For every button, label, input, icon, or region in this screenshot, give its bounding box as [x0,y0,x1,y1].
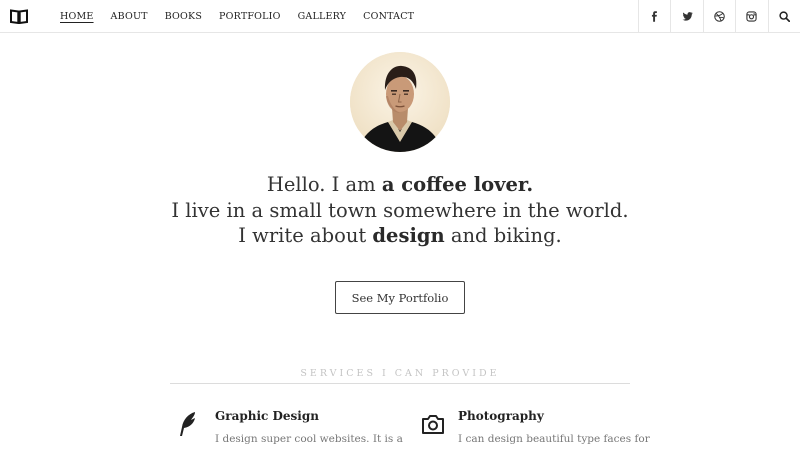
top-bar: HOME ABOUT BOOKS PORTFOLIO GALLERY CONTA… [0,0,800,33]
service-description: I design super cool websites. It is a [215,433,403,445]
facebook-button[interactable] [638,0,670,33]
author-avatar [350,52,450,152]
nav-contact[interactable]: CONTACT [363,11,414,22]
book-logo-icon[interactable] [10,9,28,24]
portrait-image [350,52,450,152]
hero-text: Hello. I am [266,173,382,196]
service-title: Photography [458,409,544,423]
hero-text: and biking. [444,224,562,247]
hero-emphasis: a coffee lover. [381,173,534,196]
hero-text: I write about [238,224,373,247]
dribbble-button[interactable] [702,0,735,33]
hero-text: I live in a small town somewhere in the … [171,198,629,222]
instagram-icon [746,11,758,22]
social-links [638,0,800,33]
instagram-button[interactable] [735,0,767,33]
search-button[interactable] [767,0,800,33]
search-icon [779,11,790,22]
feather-icon [180,412,195,436]
services-heading: SERVICES I CAN PROVIDE [300,368,500,379]
hero-heading: Hello. I am a coffee lover. I live in a … [0,172,800,249]
facebook-icon [652,11,658,22]
see-portfolio-button[interactable]: See My Portfolio [335,281,465,314]
nav-portfolio[interactable]: PORTFOLIO [219,11,281,22]
camera-icon [422,415,444,434]
dribbble-icon [714,11,725,22]
hero-emphasis: design [372,224,445,247]
nav-home[interactable]: HOME [60,11,94,22]
service-title: Graphic Design [215,409,319,423]
twitter-button[interactable] [670,0,702,33]
main-nav: HOME ABOUT BOOKS PORTFOLIO GALLERY CONTA… [60,0,431,33]
nav-books[interactable]: BOOKS [165,11,202,22]
twitter-icon [682,12,693,21]
service-description: I can design beautiful type faces for [458,433,650,445]
services-divider [170,383,630,384]
nav-about[interactable]: ABOUT [111,11,148,22]
nav-gallery[interactable]: GALLERY [298,11,347,22]
